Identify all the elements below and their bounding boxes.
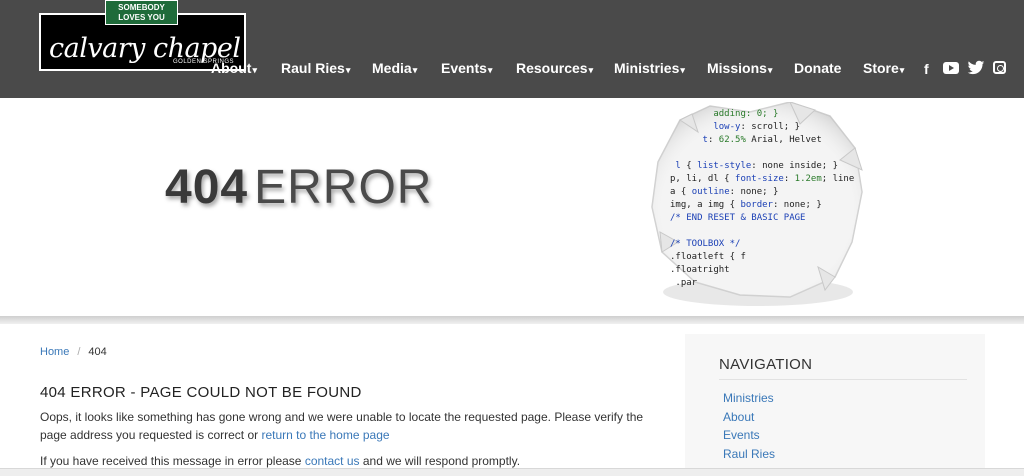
- logo-tagline: SOMEBODY LOVES YOU: [105, 0, 178, 25]
- facebook-icon[interactable]: f: [924, 61, 929, 77]
- breadcrumb-current: 404: [88, 346, 107, 358]
- nav-item-events[interactable]: Events▾: [441, 60, 492, 76]
- nav-item-donate[interactable]: Donate: [794, 60, 841, 76]
- page-title: 404 ERROR - PAGE COULD NOT BE FOUND: [40, 384, 362, 401]
- breadcrumb-separator: /: [77, 346, 81, 358]
- sidebar-title: NAVIGATION: [719, 356, 813, 373]
- hero-divider: [0, 316, 1024, 324]
- breadcrumb: Home / 404: [40, 346, 107, 358]
- sidebar-link-about[interactable]: About: [723, 410, 754, 424]
- twitter-icon[interactable]: [967, 60, 985, 76]
- return-home-link[interactable]: return to the home page: [261, 428, 389, 442]
- nav-item-ministries[interactable]: Ministries▾: [614, 60, 685, 76]
- instagram-icon[interactable]: [993, 61, 1006, 74]
- site-header: calvary chapel GOLDEN SPRINGS SOMEBODY L…: [0, 0, 1024, 98]
- youtube-icon[interactable]: [943, 62, 959, 74]
- error-message: Oops, it looks like something has gone w…: [40, 410, 644, 442]
- nav-item-raul-ries[interactable]: Raul Ries▾: [281, 60, 350, 76]
- sidebar-link-raul-ries[interactable]: Raul Ries: [723, 447, 775, 461]
- breadcrumb-home-link[interactable]: Home: [40, 346, 69, 358]
- nav-item-media[interactable]: Media▾: [372, 60, 417, 76]
- contact-us-link[interactable]: contact us: [305, 454, 360, 468]
- sidebar-link-ministries[interactable]: Ministries: [723, 391, 774, 405]
- nav-item-store[interactable]: Store▾: [863, 60, 904, 76]
- nav-item-about[interactable]: About▾: [211, 60, 257, 76]
- nav-item-missions[interactable]: Missions▾: [707, 60, 772, 76]
- sidebar-divider: [719, 379, 967, 380]
- bottom-edge-bar: [0, 468, 1024, 476]
- sidebar-link-events[interactable]: Events: [723, 428, 760, 442]
- error-hero: 404 ERROR adding: 0; } low-y: scroll; } t…: [0, 98, 1024, 318]
- main-content: Home / 404 404 ERROR - PAGE COULD NOT BE F…: [0, 324, 1024, 476]
- hero-title: 404 ERROR: [165, 161, 433, 214]
- code-snippet-illustration: adding: 0; } low-y: scroll; } t: 62.5% A…: [670, 109, 855, 288]
- sidebar-navigation: NAVIGATION Ministries About Events Raul …: [685, 334, 985, 476]
- nav-item-resources[interactable]: Resources▾: [516, 60, 593, 76]
